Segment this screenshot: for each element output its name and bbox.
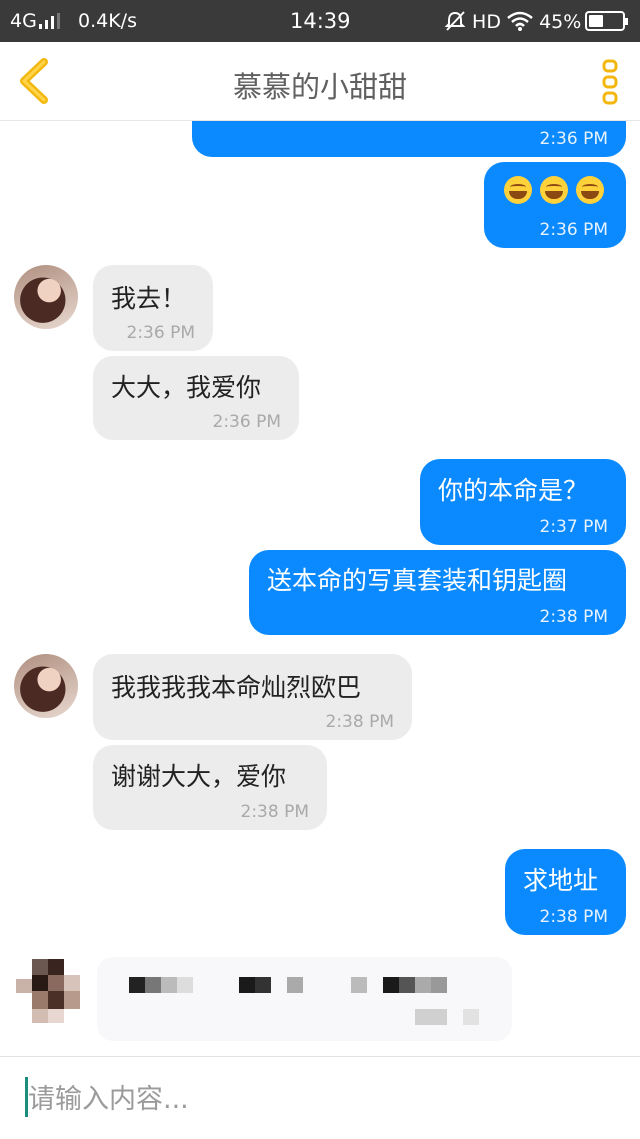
signal-icon xyxy=(39,13,60,29)
grin-sweat-emoji-icon xyxy=(540,176,568,204)
grin-sweat-emoji-icon xyxy=(504,176,532,204)
message-bubble-outgoing[interactable]: 求地址 2:38 PM xyxy=(505,849,626,935)
message-time: 2:38 PM xyxy=(539,907,609,927)
message-text: 送本命的写真套装和钥匙圈 xyxy=(267,566,568,595)
message-text: 我去！ xyxy=(111,284,187,313)
message-time: 2:38 PM xyxy=(539,607,609,627)
wifi-icon xyxy=(507,11,533,31)
censored-message-bubble xyxy=(97,957,512,1041)
message-bubble-incoming[interactable]: 谢谢大大，爱你 2:38 PM xyxy=(93,745,327,830)
mute-bell-icon xyxy=(444,11,466,31)
message-time: 2:36 PM xyxy=(539,220,609,240)
message-text: 谢谢大大，爱你 xyxy=(111,762,287,791)
battery-icon xyxy=(585,11,628,31)
message-bubble-outgoing[interactable]: 2:36 PM xyxy=(484,162,626,248)
message-bubble-outgoing[interactable]: 你的本命是？ 2:37 PM xyxy=(420,459,626,545)
message-input[interactable] xyxy=(28,1079,618,1119)
message-time: 2:36 PM xyxy=(212,412,282,432)
message-text: 大大，我爱你 xyxy=(111,373,262,402)
message-text: 你的本命是？ xyxy=(438,476,589,505)
contact-avatar[interactable] xyxy=(14,265,78,329)
message-bubble-incoming[interactable]: 大大，我爱你 2:36 PM xyxy=(93,356,299,440)
hd-label: HD xyxy=(472,11,501,33)
message-input-bar xyxy=(0,1056,640,1139)
censored-avatar xyxy=(14,959,80,1025)
message-time: 2:36 PM xyxy=(539,129,609,149)
status-time: 14:39 xyxy=(290,9,351,33)
message-text: 我我我我本命灿烈欧巴 xyxy=(111,673,362,702)
chat-messages[interactable]: 2:36 PM 2:36 PM 我去！ 2:36 PM 大大，我爱你 2:36 … xyxy=(0,121,640,1056)
message-time: 2:38 PM xyxy=(325,712,395,732)
message-time: 2:38 PM xyxy=(240,802,310,822)
message-bubble-incoming[interactable]: 我去！ 2:36 PM xyxy=(93,265,213,351)
chat-header: 慕慕的小甜甜 xyxy=(0,42,640,121)
contact-avatar[interactable] xyxy=(14,654,78,718)
message-bubble-incoming[interactable]: 我我我我本命灿烈欧巴 2:38 PM xyxy=(93,654,412,740)
message-bubble-outgoing[interactable]: 送本命的写真套装和钥匙圈 2:38 PM xyxy=(249,550,626,635)
battery-percent: 45% xyxy=(539,11,582,33)
chat-title: 慕慕的小甜甜 xyxy=(232,70,407,104)
message-time: 2:37 PM xyxy=(539,517,609,537)
status-bar: 4G 0.4K/s 14:39 HD 45% xyxy=(0,0,640,42)
status-icons: HD 45% xyxy=(444,10,581,33)
message-time: 2:36 PM xyxy=(126,323,196,343)
grin-sweat-emoji-icon xyxy=(576,176,604,204)
emoji-row xyxy=(504,176,612,204)
network-speed: 0.4K/s xyxy=(78,10,137,32)
message-text: 求地址 xyxy=(523,866,599,895)
more-menu-icon[interactable] xyxy=(596,58,624,106)
message-bubble-outgoing[interactable]: 2:36 PM xyxy=(192,121,626,157)
network-type: 4G xyxy=(10,10,37,32)
